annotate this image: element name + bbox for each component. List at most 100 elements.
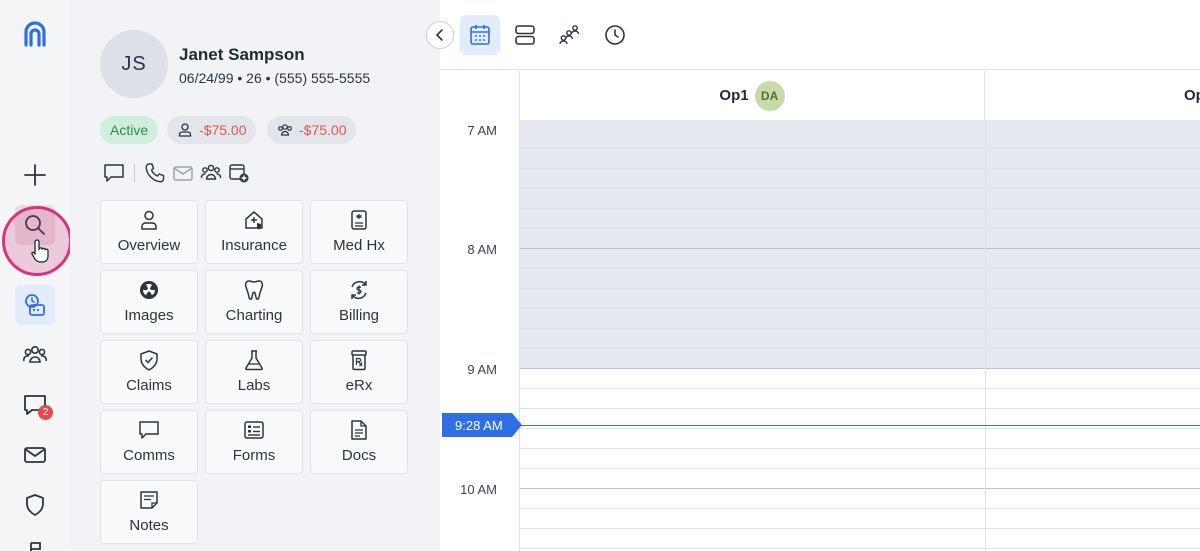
- group-icon: [200, 164, 222, 180]
- document-icon: [351, 420, 367, 440]
- schedule-button[interactable]: [15, 285, 55, 325]
- time-slot-line: [520, 248, 1200, 249]
- person-icon: [178, 123, 192, 137]
- app: 2 JS Janet Sampson 06/24/99 • 26 • (555)…: [0, 0, 1200, 551]
- column-title: Op1: [719, 87, 749, 104]
- time-slot-line: [520, 388, 1200, 389]
- family-button[interactable]: [197, 160, 225, 186]
- email-button[interactable]: [169, 160, 197, 186]
- tile-erx[interactable]: eRx: [310, 340, 408, 404]
- time-slot-line: [520, 228, 1200, 229]
- time-slot-line: [520, 368, 1200, 369]
- people-queue-icon: [559, 25, 580, 45]
- schedule-grid[interactable]: [520, 120, 1200, 551]
- divider: [134, 164, 135, 182]
- time-label: 10 AM: [460, 482, 497, 497]
- time-slot-line: [520, 188, 1200, 189]
- flask-icon: [245, 350, 263, 371]
- time-slot-line: [520, 488, 1200, 489]
- tile-docs[interactable]: Docs: [310, 410, 408, 474]
- patient-details: 06/24/99 • 26 • (555) 555-5555: [179, 70, 371, 86]
- tile-images[interactable]: Images: [100, 270, 198, 334]
- contact-actions: [100, 160, 253, 186]
- collapse-panel-button[interactable]: [426, 21, 454, 49]
- status-label: Active: [110, 122, 149, 138]
- tile-label: Notes: [129, 517, 169, 534]
- tile-label: Claims: [126, 377, 172, 394]
- patient-avatar[interactable]: JS: [100, 30, 168, 98]
- insurance-icon: [245, 211, 263, 230]
- mail-button[interactable]: [15, 435, 55, 475]
- add-button[interactable]: [15, 155, 55, 195]
- patient-balance: -$75.00: [199, 122, 247, 138]
- list-view-button[interactable]: [505, 15, 545, 55]
- tile-label: eRx: [345, 377, 373, 394]
- nav-rail: 2: [0, 0, 70, 551]
- sms-button[interactable]: [100, 160, 128, 186]
- time-slot-line: [520, 148, 1200, 149]
- tile-comms[interactable]: Comms: [100, 410, 198, 474]
- blocked-time: [520, 120, 1200, 369]
- time-gutter: 7 AM 8 AM 9 AM 10 AM: [440, 71, 520, 551]
- tile-med-hx[interactable]: Med Hx: [310, 200, 408, 264]
- mail-icon: [173, 166, 193, 181]
- calendar-add-icon: [229, 164, 249, 183]
- column-header-op2[interactable]: Op: [985, 71, 1200, 120]
- current-time-marker: 9:28 AM: [442, 413, 522, 437]
- chat-icon: [104, 164, 124, 182]
- tile-overview[interactable]: Overview: [100, 200, 198, 264]
- patient-panel: JS Janet Sampson 06/24/99 • 26 • (555) 5…: [70, 0, 440, 551]
- tile-forms[interactable]: Forms: [205, 410, 303, 474]
- family-balance: -$75.00: [299, 122, 347, 138]
- time-slot-line: [520, 468, 1200, 469]
- history-view-button[interactable]: [595, 15, 635, 55]
- messages-button[interactable]: 2: [15, 385, 55, 425]
- person-icon: [141, 210, 157, 230]
- flag-icon: [30, 542, 41, 551]
- unread-badge: 2: [38, 405, 53, 420]
- family-icon: [278, 124, 292, 136]
- time-slot-line: [520, 168, 1200, 169]
- queue-view-button[interactable]: [550, 15, 590, 55]
- tile-insurance[interactable]: Insurance: [205, 200, 303, 264]
- more-button[interactable]: [15, 532, 55, 551]
- hand-cursor-icon: [31, 239, 49, 263]
- time-slot-line: [520, 428, 1200, 429]
- family-balance-chip[interactable]: -$75.00: [267, 116, 357, 144]
- current-time-line: [520, 425, 1200, 426]
- tile-labs[interactable]: Labs: [205, 340, 303, 404]
- tile-claims[interactable]: Claims: [100, 340, 198, 404]
- tooth-icon: [244, 280, 264, 300]
- tile-label: Docs: [341, 447, 377, 464]
- time-slot-line: [520, 508, 1200, 509]
- patients-button[interactable]: [15, 335, 55, 375]
- schedule-appointment-button[interactable]: [225, 160, 253, 186]
- time-label: 7 AM: [467, 123, 497, 138]
- app-logo[interactable]: [15, 14, 55, 54]
- day-view-button[interactable]: [460, 15, 500, 55]
- shield-icon: [26, 494, 44, 516]
- time-label: 9 AM: [467, 362, 497, 377]
- tile-notes[interactable]: Notes: [100, 480, 198, 544]
- status-badge: Active: [100, 116, 159, 144]
- column-header-op1[interactable]: Op1 DA: [520, 71, 985, 120]
- time-slot-line: [520, 548, 1200, 549]
- phone-icon: [145, 163, 165, 183]
- logo-icon: [24, 21, 46, 47]
- patient-name[interactable]: Janet Sampson: [179, 45, 305, 65]
- tile-label: Forms: [232, 447, 276, 464]
- schedule-calendar: 7 AM 8 AM 9 AM 10 AM Op1 DA Op 9:28 AM: [426, 0, 1200, 551]
- billing-icon: [351, 281, 367, 299]
- tile-billing[interactable]: Billing: [310, 270, 408, 334]
- patient-balance-chip[interactable]: -$75.00: [167, 116, 257, 144]
- mail-icon: [24, 447, 46, 463]
- time-label: 8 AM: [467, 242, 497, 257]
- time-slot-line: [520, 348, 1200, 349]
- shield-check-icon: [140, 350, 158, 371]
- time-slot-line: [520, 288, 1200, 289]
- form-icon: [244, 421, 264, 439]
- tile-label: Comms: [123, 447, 175, 464]
- tile-charting[interactable]: Charting: [205, 270, 303, 334]
- call-button[interactable]: [141, 160, 169, 186]
- claims-button[interactable]: [15, 485, 55, 525]
